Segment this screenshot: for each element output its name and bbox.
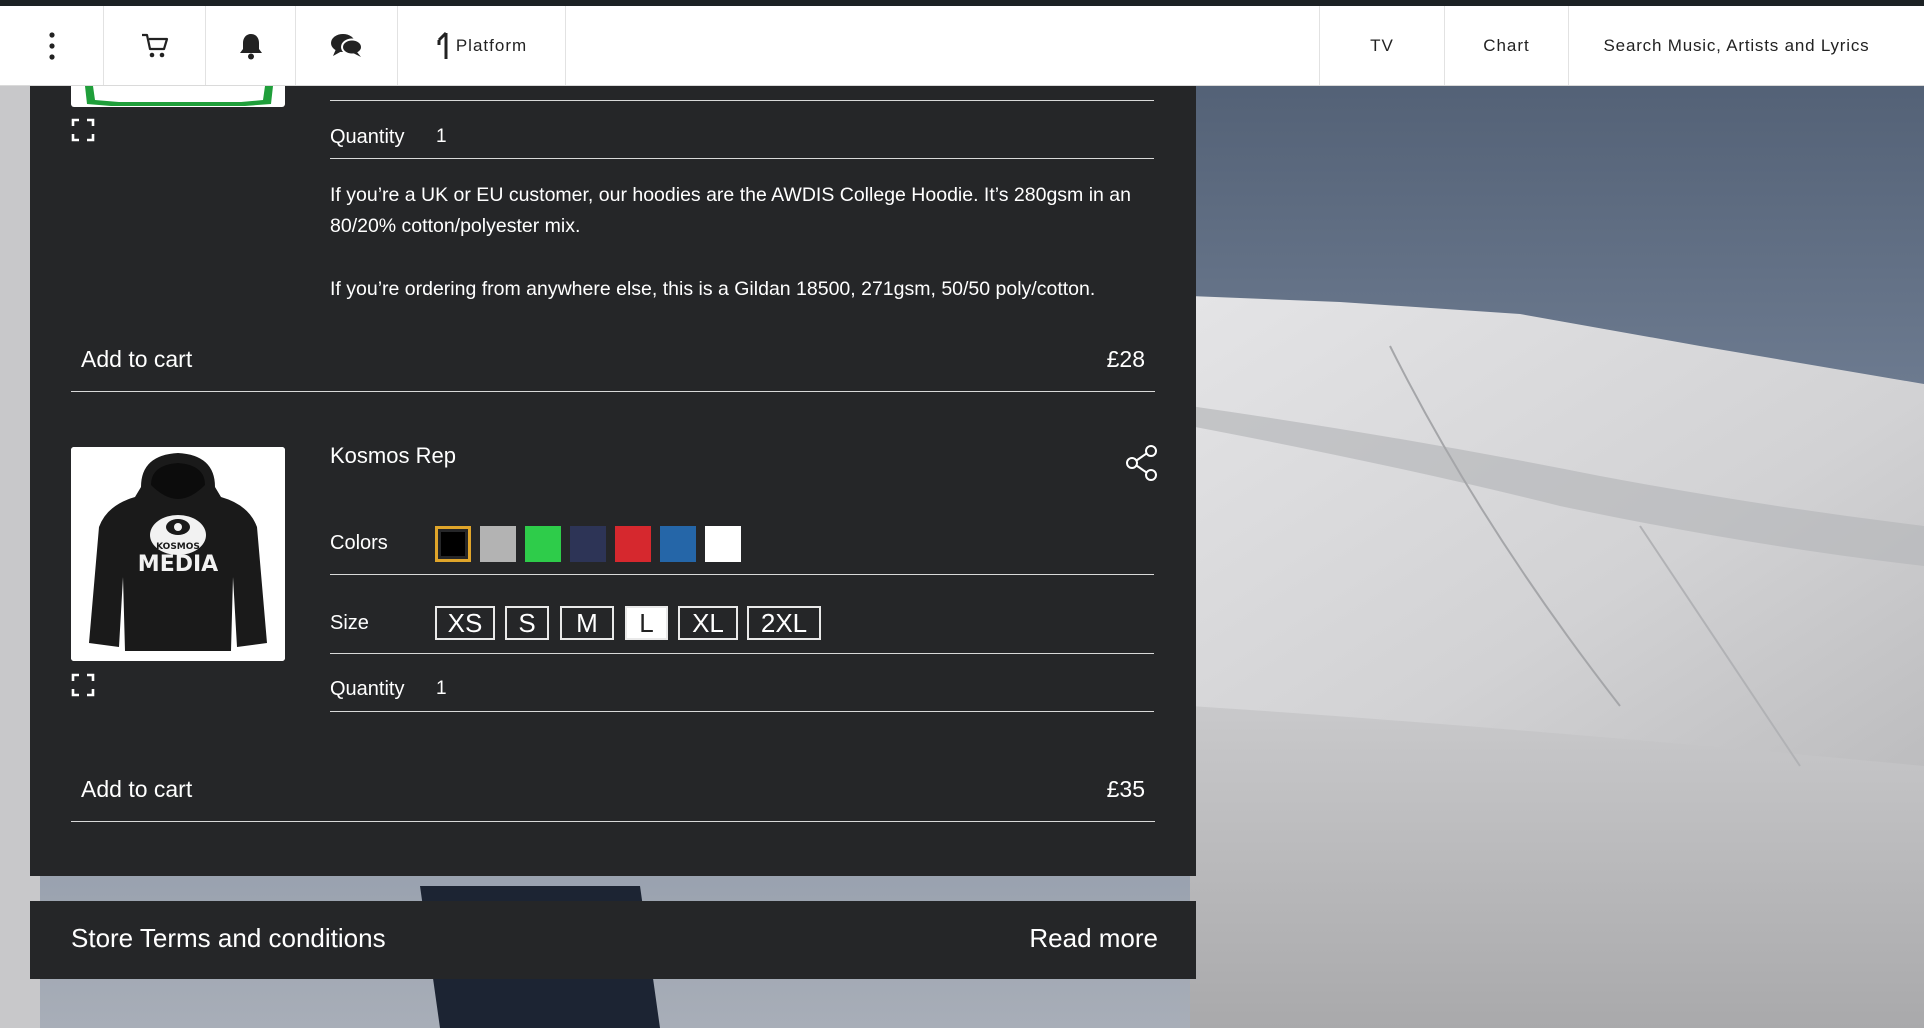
nav-tv[interactable]: TV (1319, 6, 1445, 85)
platform-label: Platform (455, 35, 528, 55)
expand-image-icon[interactable] (71, 118, 95, 142)
add-to-cart-row: Add to cart £35 (71, 761, 1155, 822)
quantity-label: Quantity (330, 678, 405, 700)
search-placeholder: Search Music, Artists and Lyrics (1603, 35, 1870, 55)
previous-add-to-cart-row: Add to cart £28 (71, 331, 1155, 392)
quantity-row: Quantity 1 (330, 668, 1154, 712)
cart-icon (141, 33, 168, 57)
color-swatch-grey[interactable] (480, 526, 516, 562)
color-swatch-navy[interactable] (570, 526, 606, 562)
color-swatch-red[interactable] (615, 526, 651, 562)
color-swatch-black[interactable] (435, 526, 471, 562)
previous-quantity-row: Quantity 1 (330, 118, 1154, 159)
kebab-menu-icon (48, 31, 55, 60)
platform-link[interactable]: Platform (398, 6, 566, 85)
hoodie-logo-top-text: KOSMOS (156, 542, 200, 552)
black-hoodie-image: KOSMOS MEDIA (71, 447, 285, 661)
price: £28 (1106, 346, 1145, 372)
hoodie-logo-main-text: MEDIA (138, 552, 218, 577)
chat-bubbles-icon (330, 33, 363, 57)
menu-button[interactable] (0, 6, 104, 85)
color-swatch-blue[interactable] (660, 526, 696, 562)
product-description-1: If you’re a UK or EU customer, our hoodi… (330, 184, 1131, 237)
cart-button[interactable] (104, 6, 206, 85)
store-terms-title: Store Terms and conditions (71, 923, 386, 953)
color-swatch-white[interactable] (705, 526, 741, 562)
color-swatch-fill (441, 532, 465, 556)
search-button[interactable]: Search Music, Artists and Lyrics (1569, 6, 1924, 85)
top-navigation-bar: Platform TV Chart Search Music, Artists … (0, 6, 1924, 86)
add-to-cart-button[interactable]: Add to cart (81, 346, 192, 373)
product-image[interactable]: KOSMOS MEDIA (71, 447, 285, 661)
product-title: Kosmos Rep (330, 443, 456, 468)
quantity-label: Quantity (330, 126, 405, 148)
price: £35 (1106, 776, 1145, 802)
size-option-l[interactable]: L (625, 606, 668, 640)
platform-logo-icon (437, 31, 448, 59)
read-more-link[interactable]: Read more (1029, 923, 1158, 954)
color-swatch-green[interactable] (525, 526, 561, 562)
expand-image-icon[interactable] (71, 673, 95, 697)
green-hoodie-image (85, 86, 273, 106)
colors-label: Colors (330, 532, 388, 554)
product-description-2: If you’re ordering from anywhere else, t… (330, 278, 1096, 300)
store-terms-bar: Store Terms and conditions Read more (30, 901, 1196, 979)
size-option-xs[interactable]: XS (435, 606, 495, 640)
messages-button[interactable] (296, 6, 398, 85)
add-to-cart-button[interactable]: Add to cart (81, 776, 192, 803)
window-top-strip (0, 0, 1924, 6)
share-icon[interactable] (1125, 444, 1159, 482)
previous-product-image[interactable] (71, 86, 285, 107)
store-panel: Quantity 1 If you’re a UK or EU customer… (30, 86, 1196, 876)
size-option-2xl[interactable]: 2XL (747, 606, 821, 640)
size-option-xl[interactable]: XL (678, 606, 738, 640)
nav-tv-label: TV (1370, 35, 1394, 55)
quantity-value[interactable]: 1 (436, 678, 447, 700)
size-label: Size (330, 612, 369, 634)
bell-icon (239, 33, 262, 59)
nav-chart-label: Chart (1483, 35, 1530, 55)
size-option-s[interactable]: S (505, 606, 549, 640)
notifications-button[interactable] (206, 6, 296, 85)
size-option-m[interactable]: M (560, 606, 614, 640)
quantity-value[interactable]: 1 (436, 126, 447, 148)
nav-chart[interactable]: Chart (1445, 6, 1569, 85)
